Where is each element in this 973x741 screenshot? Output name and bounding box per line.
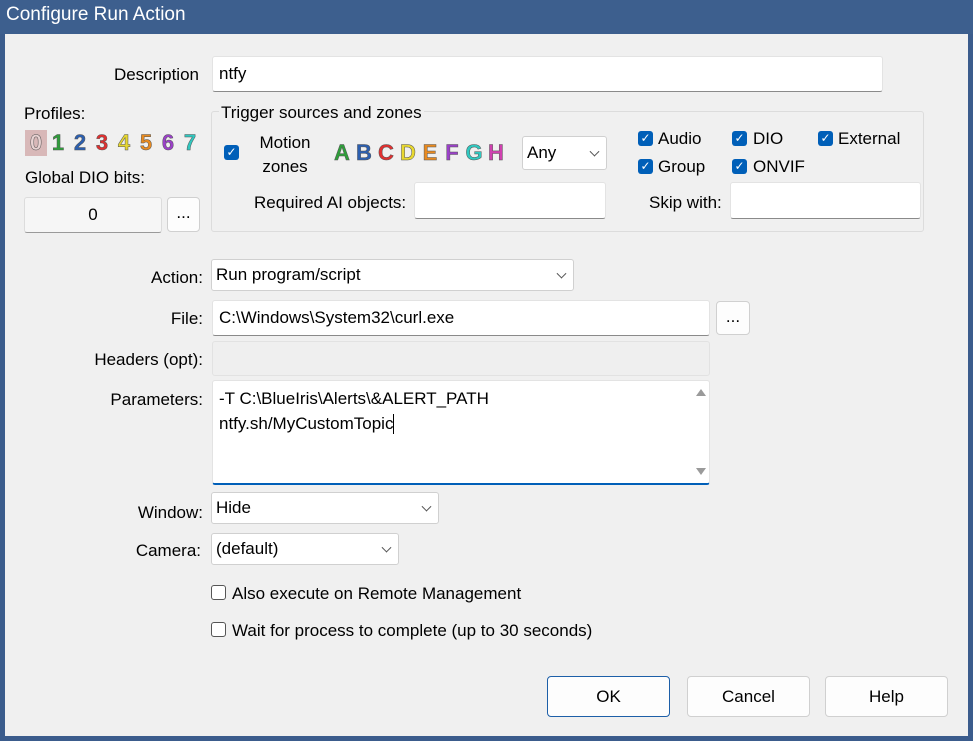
- group-checkbox[interactable]: ✓: [638, 159, 653, 174]
- description-label: Description: [113, 65, 199, 84]
- action-label: Action:: [151, 268, 203, 287]
- motion-zones-label-line1: Motion: [259, 133, 311, 152]
- global-dio-label: Global DIO bits:: [25, 168, 145, 187]
- profiles-label: Profiles:: [24, 104, 86, 123]
- window-select-value: Hide: [216, 498, 251, 517]
- zones-any-value: Any: [527, 143, 557, 162]
- required-ai-field[interactable]: [414, 182, 606, 219]
- group-label: Group: [658, 157, 706, 176]
- camera-select[interactable]: (default): [211, 533, 399, 565]
- audio-checkbox[interactable]: ✓: [638, 131, 653, 146]
- profile-6[interactable]: 6: [157, 130, 179, 156]
- global-dio-value[interactable]: 0: [24, 197, 162, 233]
- window-select[interactable]: Hide: [211, 492, 439, 524]
- profile-3[interactable]: 3: [91, 130, 113, 156]
- wait-process-label: Wait for process to complete (up to 30 s…: [232, 621, 593, 640]
- external-checkbox[interactable]: ✓: [818, 131, 833, 146]
- zone-b[interactable]: B: [353, 140, 375, 166]
- description-field[interactable]: ntfy: [212, 56, 883, 92]
- file-browse-button[interactable]: ...: [716, 301, 750, 335]
- zones-selector[interactable]: ABCDEFGH: [331, 140, 507, 166]
- motion-zones-checkbox[interactable]: ✓: [224, 145, 239, 160]
- text-cursor: [393, 413, 395, 434]
- action-select[interactable]: Run program/script: [211, 259, 574, 291]
- external-label: External: [838, 129, 901, 148]
- file-label: File:: [170, 309, 203, 328]
- parameters-line-2: ntfy.sh/MyCustomTopic: [219, 414, 394, 433]
- trigger-group-label: Trigger sources and zones: [219, 103, 424, 123]
- action-select-value: Run program/script: [216, 265, 361, 284]
- parameters-textarea[interactable]: -T C:\BlueIris\Alerts\&ALERT_PATH ntfy.s…: [212, 380, 710, 485]
- skip-with-label: Skip with:: [649, 193, 722, 212]
- parameters-label: Parameters:: [110, 390, 203, 409]
- camera-label: Camera:: [135, 541, 201, 560]
- zone-h[interactable]: H: [485, 140, 507, 166]
- headers-field[interactable]: [212, 341, 710, 376]
- motion-zones-label-line2: zones: [262, 157, 308, 176]
- chevron-down-icon: [556, 268, 567, 279]
- window-label: Window:: [137, 503, 203, 522]
- remote-management-label: Also execute on Remote Management: [232, 584, 522, 603]
- dio-checkbox[interactable]: ✓: [732, 131, 747, 146]
- file-field[interactable]: C:\Windows\System32\curl.exe: [212, 300, 710, 336]
- ok-button[interactable]: OK: [547, 676, 670, 717]
- zone-d[interactable]: D: [397, 140, 419, 166]
- zone-c[interactable]: C: [375, 140, 397, 166]
- zone-g[interactable]: G: [463, 140, 485, 166]
- scroll-up-arrow-icon[interactable]: [696, 389, 706, 396]
- chevron-down-icon: [421, 501, 432, 512]
- profile-0[interactable]: 0: [25, 130, 47, 156]
- parameters-line-2-wrap: ntfy.sh/MyCustomTopic: [219, 411, 685, 436]
- onvif-checkbox[interactable]: ✓: [732, 159, 747, 174]
- global-dio-more-button[interactable]: ...: [167, 197, 200, 232]
- help-button[interactable]: Help: [825, 676, 948, 717]
- zone-e[interactable]: E: [419, 140, 441, 166]
- dialog-client: Description ntfy Profiles: 01234567 Glob…: [5, 34, 968, 736]
- onvif-label: ONVIF: [753, 157, 805, 176]
- cancel-button[interactable]: Cancel: [687, 676, 810, 717]
- dio-label: DIO: [753, 129, 784, 148]
- skip-with-field[interactable]: [730, 182, 921, 219]
- zones-any-select[interactable]: Any: [522, 136, 607, 170]
- chevron-down-icon: [589, 146, 600, 157]
- chevron-down-icon: [381, 542, 392, 553]
- scroll-down-arrow-icon[interactable]: [696, 468, 706, 475]
- remote-management-checkbox[interactable]: [211, 585, 226, 600]
- parameters-line-1: -T C:\BlueIris\Alerts\&ALERT_PATH: [219, 389, 489, 408]
- camera-select-value: (default): [216, 539, 279, 558]
- profile-7[interactable]: 7: [179, 130, 201, 156]
- audio-label: Audio: [658, 129, 702, 148]
- headers-label: Headers (opt):: [94, 350, 203, 369]
- zone-a[interactable]: A: [331, 140, 353, 166]
- motion-zones-label: Motion zones: [255, 131, 315, 179]
- profile-5[interactable]: 5: [135, 130, 157, 156]
- profile-2[interactable]: 2: [69, 130, 91, 156]
- parameters-scrollbar[interactable]: [691, 381, 709, 483]
- window-title: Configure Run Action: [0, 0, 973, 34]
- profiles-selector[interactable]: 01234567: [25, 130, 201, 156]
- required-ai-label: Required AI objects:: [254, 193, 407, 212]
- profile-4[interactable]: 4: [113, 130, 135, 156]
- wait-process-checkbox[interactable]: [211, 622, 226, 637]
- profile-1[interactable]: 1: [47, 130, 69, 156]
- zone-f[interactable]: F: [441, 140, 463, 166]
